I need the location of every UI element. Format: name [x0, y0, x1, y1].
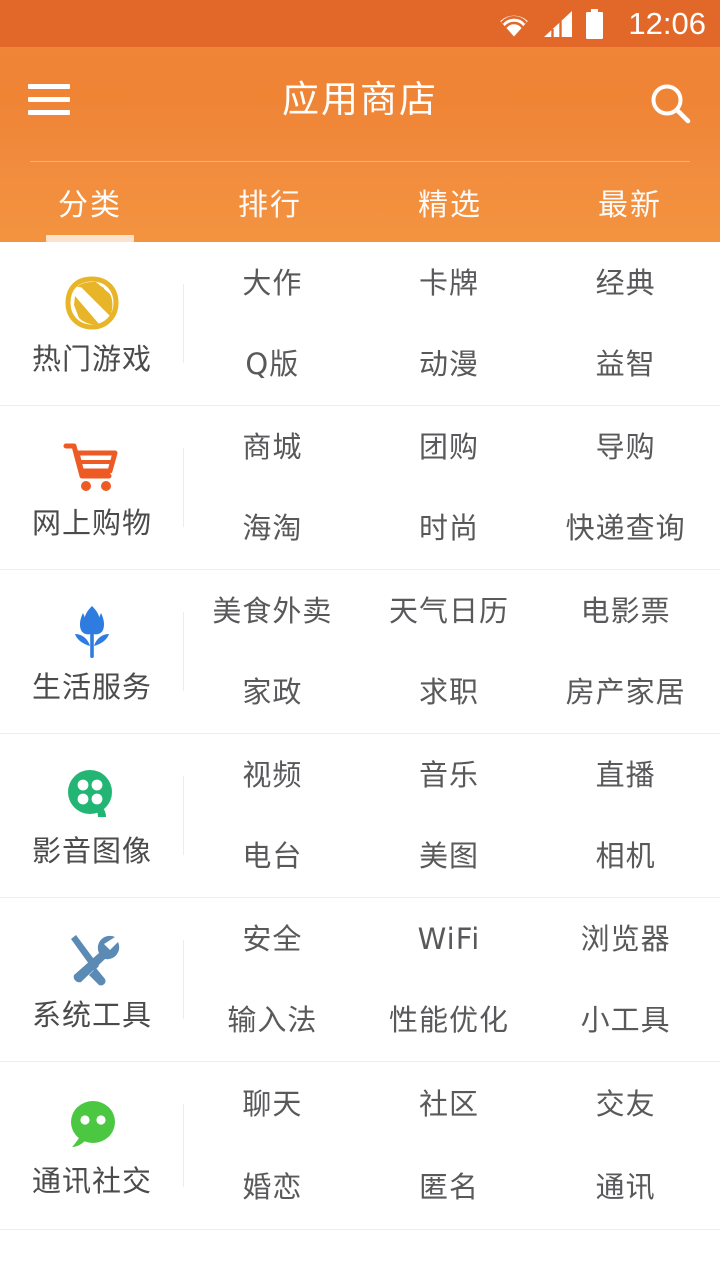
subcategory-item[interactable]: 商城 [242, 429, 302, 465]
subcategory-item[interactable]: Q版 [245, 346, 299, 382]
app-bar: 应用商店 [0, 47, 720, 162]
category-header-media[interactable]: 影音图像 [0, 734, 184, 897]
status-bar-icons: 12:06 [497, 8, 706, 39]
category-name: 系统工具 [31, 997, 152, 1032]
category-name: 热门游戏 [31, 341, 152, 376]
subcategory-item[interactable]: 卡牌 [419, 265, 479, 301]
subcategory-item[interactable]: 美食外卖 [212, 593, 332, 629]
subcategory-item[interactable]: 美图 [419, 838, 479, 874]
category-header-life-services[interactable]: 生活服务 [0, 570, 184, 733]
category-name: 通讯社交 [31, 1163, 152, 1198]
subcategory-item[interactable]: 性能优化 [389, 1002, 509, 1038]
subcategory-item[interactable]: 团购 [419, 429, 479, 465]
subcategory-item[interactable]: 通讯 [596, 1169, 656, 1205]
tab-label: 精选 [418, 188, 482, 223]
subcategory-item[interactable]: 交友 [596, 1086, 656, 1122]
category-header-social[interactable]: 通讯社交 [0, 1062, 184, 1229]
status-bar: 12:06 [0, 0, 720, 47]
subcategory-item[interactable]: 安全 [242, 921, 302, 957]
subcategory-item[interactable]: 大作 [242, 265, 302, 301]
category-divider [183, 284, 184, 363]
subcategory-item[interactable]: 电影票 [581, 593, 671, 629]
tab-bar: 分类 排行 精选 最新 [0, 162, 720, 242]
tab-featured[interactable]: 精选 [360, 162, 540, 242]
subcategory-grid: 大作 卡牌 经典 Q版 动漫 益智 [184, 242, 720, 405]
search-icon[interactable] [648, 81, 694, 127]
battery-icon [585, 8, 604, 39]
subcategory-item[interactable]: WiFi [418, 921, 481, 957]
category-row: 热门游戏 大作 卡牌 经典 Q版 动漫 益智 [0, 242, 720, 406]
app-store-screen: 12:06 应用商店 分类 排行 精选 最新 热门游戏 大作 卡牌 经典 Q版 … [0, 0, 720, 1280]
category-divider [183, 1104, 184, 1187]
tulip-flower-icon [61, 600, 123, 662]
subcategory-item[interactable]: 快递查询 [566, 510, 686, 546]
chat-bubble-icon [61, 1094, 123, 1156]
tab-label: 排行 [238, 188, 302, 223]
subcategory-item[interactable]: 输入法 [227, 1002, 317, 1038]
subcategory-item[interactable]: 匿名 [419, 1169, 479, 1205]
subcategory-item[interactable]: 房产家居 [566, 674, 686, 710]
tab-newest[interactable]: 最新 [540, 162, 720, 242]
category-row: 网上购物 商城 团购 导购 海淘 时尚 快递查询 [0, 406, 720, 570]
subcategory-item[interactable]: 经典 [596, 265, 656, 301]
subcategory-item[interactable]: 求职 [419, 674, 479, 710]
subcategory-item[interactable]: 婚恋 [242, 1169, 302, 1205]
category-divider [183, 940, 184, 1019]
shield-leaf-icon [61, 272, 123, 334]
subcategory-grid: 安全 WiFi 浏览器 输入法 性能优化 小工具 [184, 898, 720, 1061]
subcategory-item[interactable]: 益智 [596, 346, 656, 382]
tab-categories[interactable]: 分类 [0, 162, 180, 242]
subcategory-item[interactable]: 导购 [596, 429, 656, 465]
film-reel-icon [61, 764, 123, 826]
subcategory-grid: 商城 团购 导购 海淘 时尚 快递查询 [184, 406, 720, 569]
subcategory-grid: 美食外卖 天气日历 电影票 家政 求职 房产家居 [184, 570, 720, 733]
subcategory-item[interactable]: 天气日历 [389, 593, 509, 629]
status-bar-clock: 12:06 [628, 6, 706, 41]
tab-active-indicator [46, 235, 134, 242]
subcategory-item[interactable]: 直播 [596, 757, 656, 793]
tab-label: 最新 [598, 188, 662, 223]
subcategory-item[interactable]: 时尚 [419, 510, 479, 546]
subcategory-grid: 聊天 社区 交友 婚恋 匿名 通讯 [184, 1062, 720, 1229]
wifi-icon [497, 11, 531, 37]
shopping-cart-icon [61, 436, 123, 498]
category-row: 影音图像 视频 音乐 直播 电台 美图 相机 [0, 734, 720, 898]
category-row: 生活服务 美食外卖 天气日历 电影票 家政 求职 房产家居 [0, 570, 720, 734]
subcategory-item[interactable]: 社区 [419, 1086, 479, 1122]
subcategory-item[interactable]: 动漫 [419, 346, 479, 382]
category-name: 生活服务 [31, 669, 152, 704]
cellular-signal-icon [544, 10, 573, 37]
category-header-online-shopping[interactable]: 网上购物 [0, 406, 184, 569]
subcategory-item[interactable]: 相机 [596, 838, 656, 874]
subcategory-item[interactable]: 小工具 [581, 1002, 671, 1038]
subcategory-item[interactable]: 浏览器 [581, 921, 671, 957]
subcategory-item[interactable]: 家政 [242, 674, 302, 710]
subcategory-item[interactable]: 电台 [242, 838, 302, 874]
category-list: 热门游戏 大作 卡牌 经典 Q版 动漫 益智 网上购物 商城 团购 导购 海淘 … [0, 242, 720, 1230]
subcategory-grid: 视频 音乐 直播 电台 美图 相机 [184, 734, 720, 897]
tab-ranking[interactable]: 排行 [180, 162, 360, 242]
category-header-hot-games[interactable]: 热门游戏 [0, 242, 184, 405]
subcategory-item[interactable]: 聊天 [242, 1086, 302, 1122]
wrench-screwdriver-icon [61, 928, 123, 990]
category-name: 影音图像 [31, 833, 152, 868]
subcategory-item[interactable]: 视频 [242, 757, 302, 793]
category-divider [183, 612, 184, 691]
category-header-system-tools[interactable]: 系统工具 [0, 898, 184, 1061]
category-divider [183, 448, 184, 527]
category-name: 网上购物 [31, 505, 152, 540]
category-row: 通讯社交 聊天 社区 交友 婚恋 匿名 通讯 [0, 1062, 720, 1230]
category-row: 系统工具 安全 WiFi 浏览器 输入法 性能优化 小工具 [0, 898, 720, 1062]
page-title: 应用商店 [282, 78, 438, 121]
subcategory-item[interactable]: 海淘 [242, 510, 302, 546]
subcategory-item[interactable]: 音乐 [419, 757, 479, 793]
tab-label: 分类 [58, 188, 122, 223]
category-divider [183, 776, 184, 855]
